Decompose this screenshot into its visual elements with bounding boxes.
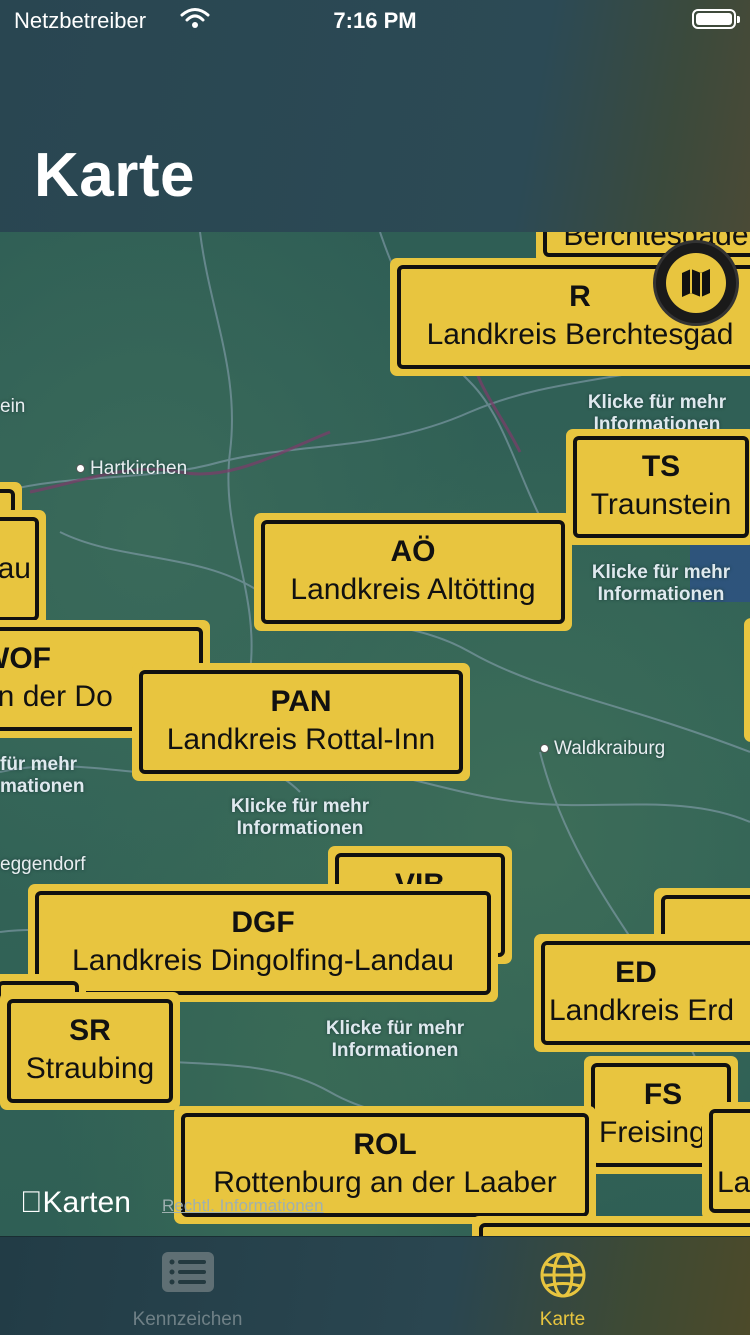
sign-aoe[interactable]: AÖ Landkreis Altötting [254,513,572,631]
tab-bar: Kennzeichen Karte [0,1236,750,1335]
map-place-label[interactable]: eggendorf [0,854,86,876]
sign-ts[interactable]: TS Traunstein [566,429,750,545]
hint-label: Klicke für mehr Informationen [591,562,731,605]
tab-karte[interactable]: Karte [375,1237,750,1335]
map-compass-button[interactable] [653,240,739,326]
map-icon [682,269,710,297]
map-place-label[interactable]: ein [0,396,25,418]
battery-icon [692,9,740,29]
map-view[interactable]: ein Hartkirchen Waldkraiburg eggendorf K… [0,232,750,1236]
tab-label: Karte [539,1309,586,1330]
status-bar: Netzbetreiber 7:16 PM [0,0,750,40]
hint-label: für mehr mationen [0,754,85,797]
globe-icon [540,1252,585,1298]
sign-pan[interactable]: PAN Landkreis Rottal-Inn [132,663,470,781]
sign-ed[interactable]: ED Landkreis Erd [534,934,750,1052]
page-title: Karte [34,141,196,210]
sign-dgf[interactable]: DGF Landkreis Dingolfing-Landau [28,884,498,1002]
apple-maps-logo: Karten [20,1186,131,1219]
sign-sr[interactable]: SR Straubing [0,992,180,1110]
sign-partial-bottom[interactable] [472,1216,750,1236]
list-icon [161,1252,214,1292]
sign-partial-left[interactable]: au [0,510,46,628]
hint-label: Klicke für mehr Informationen [230,796,370,839]
apple-logo-icon:  [20,1186,43,1219]
place-dot-icon [540,744,549,754]
sign-right-edge[interactable] [744,618,750,742]
tab-kennzeichen[interactable]: Kennzeichen [0,1237,375,1335]
legal-link[interactable]: Rechtl. Informationen [162,1196,324,1216]
tab-label: Kennzeichen [132,1309,243,1330]
map-place-label[interactable]: Waldkraiburg [540,738,665,760]
clock: 7:16 PM [333,8,417,33]
hint-label: Klicke für mehr Informationen [325,1018,465,1061]
place-dot-icon [76,464,85,474]
map-place-label[interactable]: Hartkirchen [76,458,187,480]
sign-partial-right-low[interactable]: La [702,1102,750,1220]
